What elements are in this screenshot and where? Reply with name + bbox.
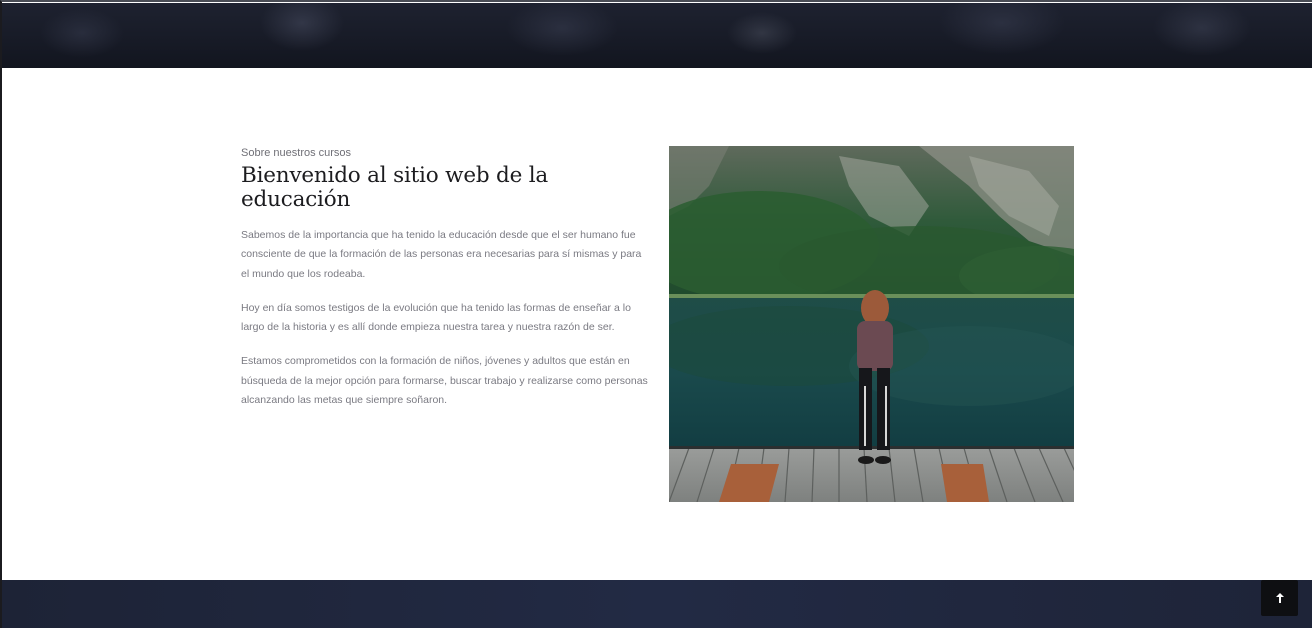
footer-section	[2, 580, 1312, 628]
section-heading: Bienvenido al sitio web de la educación	[241, 163, 549, 212]
about-paragraph-3: Estamos comprometidos con la formación d…	[241, 355, 648, 407]
section-eyebrow: Sobre nuestros cursos	[241, 147, 352, 159]
lake-dock-photo	[669, 146, 1074, 502]
about-paragraph-1: Sabemos de la importancia que ha tenido …	[241, 229, 642, 280]
about-section: Sobre nuestros cursos Bienvenido al siti…	[2, 68, 1312, 580]
back-to-top-button[interactable]	[1261, 580, 1298, 616]
about-text-column: Sobre nuestros cursos Bienvenido al siti…	[241, 147, 649, 425]
about-paragraph-2: Hoy en día somos testigos de la evolució…	[241, 301, 631, 334]
hero-banner-bottom	[2, 3, 1312, 68]
arrow-up-icon	[1275, 593, 1284, 603]
